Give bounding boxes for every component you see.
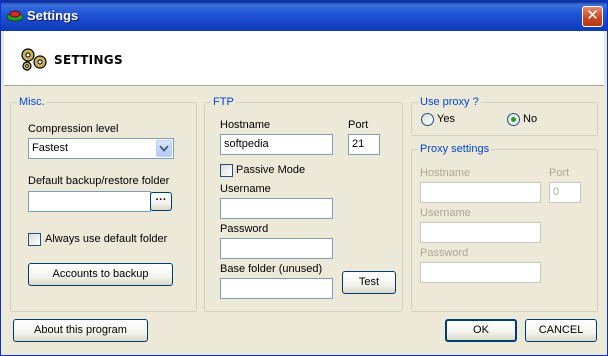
cancel-button[interactable]: CANCEL [525, 319, 597, 342]
close-button[interactable]: ✕ [582, 6, 603, 27]
proxy-hostname-label: Hostname [420, 167, 471, 179]
ftp-password-input[interactable] [220, 238, 333, 259]
settings-window: Settings ✕ SETTINGS Misc. Compression le… [0, 0, 608, 356]
always-default-label: Always use default folder [45, 233, 168, 245]
compression-label: Compression level [28, 123, 119, 135]
ftp-username-input[interactable] [220, 198, 333, 219]
passive-mode-checkbox[interactable] [220, 164, 233, 177]
ftp-hostname-label: Hostname [220, 119, 271, 131]
chevron-down-icon[interactable] [156, 140, 172, 157]
test-button[interactable]: Test [342, 271, 396, 294]
misc-group: Misc. Compression level Fastest Default … [10, 96, 197, 312]
gears-icon [21, 48, 47, 71]
proxy-yes-radio[interactable] [421, 113, 434, 126]
proxy-username-label: Username [420, 207, 471, 219]
about-button[interactable]: About this program [13, 319, 148, 342]
folder-label: Default backup/restore folder [28, 175, 170, 187]
proxy-password-input[interactable] [420, 262, 541, 283]
radio-selected-dot [511, 117, 516, 122]
header-title: SETTINGS [54, 53, 123, 67]
always-default-checkbox[interactable] [28, 233, 41, 246]
proxy-no-label: No [523, 113, 538, 125]
header-banner: SETTINGS [4, 31, 604, 86]
ftp-group: FTP Hostname softpedia Port 21 Passive M… [204, 96, 403, 312]
proxy-port-label: Port [549, 167, 570, 179]
misc-legend: Misc. [17, 96, 47, 109]
proxy-username-input[interactable] [420, 222, 541, 243]
ftp-port-label: Port [348, 119, 369, 131]
ftp-hostname-input[interactable]: softpedia [220, 134, 333, 155]
ok-button[interactable]: OK [445, 319, 517, 342]
compression-value: Fastest [32, 142, 69, 154]
proxy-yes-label: Yes [437, 113, 455, 125]
accounts-button[interactable]: Accounts to backup [28, 263, 173, 286]
base-folder-label: Base folder (unused) [220, 263, 323, 275]
ftp-username-label: Username [220, 183, 271, 195]
ftp-port-input[interactable]: 21 [348, 134, 380, 155]
title-bar[interactable]: Settings ✕ [1, 1, 607, 31]
use-proxy-legend: Use proxy ? [418, 96, 481, 109]
proxy-settings-legend: Proxy settings [418, 143, 492, 156]
proxy-password-label: Password [420, 247, 469, 259]
app-icon [6, 10, 24, 22]
ftp-legend: FTP [211, 96, 236, 109]
proxy-port-input[interactable]: 0 [549, 182, 581, 203]
proxy-no-radio[interactable] [507, 113, 520, 126]
proxy-settings-group: Proxy settings Hostname Port 0 Username … [411, 143, 598, 312]
ftp-password-label: Password [220, 223, 269, 235]
folder-input[interactable] [28, 191, 151, 212]
window-title: Settings [27, 8, 79, 23]
passive-mode-label: Passive Mode [236, 164, 306, 176]
base-folder-input[interactable] [220, 278, 333, 299]
use-proxy-group: Use proxy ? Yes No [411, 96, 598, 136]
browse-button[interactable]: ··· [150, 192, 172, 211]
proxy-hostname-input[interactable] [420, 182, 541, 203]
compression-select[interactable]: Fastest [28, 138, 174, 159]
